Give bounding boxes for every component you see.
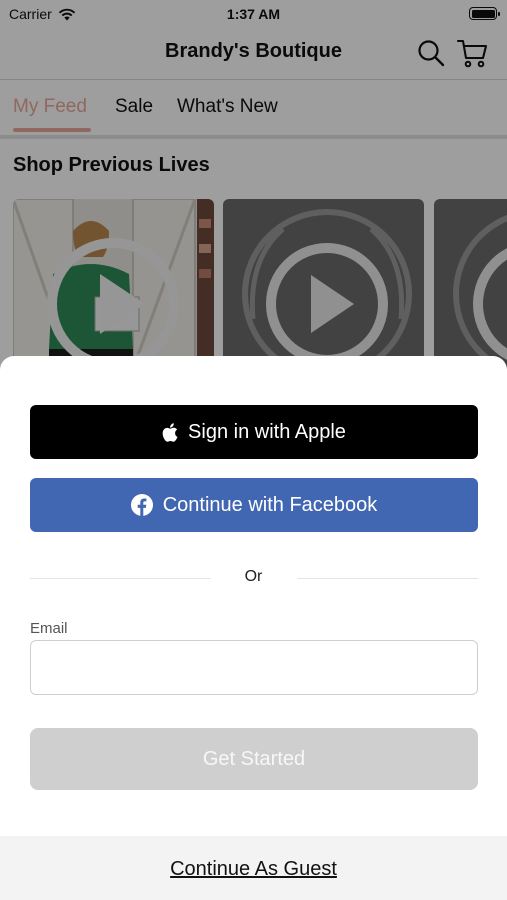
guest-bar: Continue As Guest (0, 836, 507, 900)
email-label: Email (30, 620, 68, 637)
apple-button-label: Sign in with Apple (188, 420, 346, 443)
facebook-button-label: Continue with Facebook (162, 493, 378, 516)
continue-with-facebook-button[interactable]: Continue with Facebook (30, 478, 478, 532)
signin-sheet: Sign in with Apple Continue with Faceboo… (0, 356, 507, 900)
continue-as-guest-link[interactable]: Continue As Guest (0, 858, 507, 881)
divider-right (297, 578, 478, 579)
apple-icon (162, 422, 178, 442)
get-started-button[interactable]: Get Started (30, 728, 478, 790)
facebook-icon (130, 494, 153, 516)
email-field[interactable] (30, 640, 478, 695)
sign-in-with-apple-button[interactable]: Sign in with Apple (30, 405, 478, 459)
divider-or: Or (244, 568, 263, 585)
